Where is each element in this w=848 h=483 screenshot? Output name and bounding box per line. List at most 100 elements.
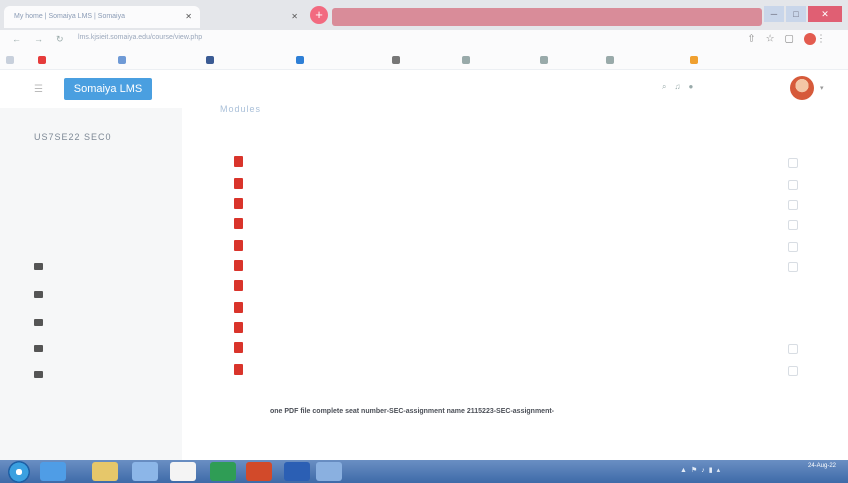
app-icon[interactable]	[316, 462, 342, 481]
bookmark-7[interactable]	[540, 56, 552, 64]
close-tab-icon[interactable]: ✕	[291, 12, 298, 21]
pdf-icon	[234, 178, 243, 189]
star-icon[interactable]: ☆	[766, 34, 785, 45]
activity-link[interactable]	[234, 364, 257, 378]
activity-link[interactable]	[234, 240, 257, 254]
header-icons: ⌕♫●	[662, 82, 701, 92]
system-tray: ▲⚑♪▮▴	[680, 466, 724, 474]
completion-checkbox[interactable]	[788, 262, 798, 272]
forward-icon[interactable]: →	[34, 34, 43, 44]
battery-icon[interactable]: ▮	[709, 467, 717, 474]
menu-icon[interactable]: ⋮	[816, 34, 836, 45]
pdf-icon	[234, 302, 243, 313]
bookmark-9[interactable]	[690, 56, 702, 64]
clock-date: 24-Aug-22	[807, 463, 837, 469]
folder-icon	[34, 291, 43, 299]
ie-icon[interactable]	[40, 462, 66, 481]
messages-icon[interactable]: ●	[688, 82, 701, 91]
bookmark-5[interactable]	[392, 56, 404, 64]
user-avatar[interactable]	[790, 76, 814, 100]
sidebar-folder-item[interactable]	[34, 262, 53, 271]
browser-tab-active[interactable]: My home | Somaiya LMS | Somaiya ✕	[4, 6, 200, 28]
section-title: Modules	[220, 104, 262, 114]
sidebar-folder-item[interactable]	[34, 290, 53, 299]
excel-icon[interactable]	[210, 462, 236, 481]
bookmark-2[interactable]	[118, 56, 130, 64]
system-clock[interactable]: 24-Aug-22	[800, 462, 844, 471]
folder-icon	[34, 263, 43, 271]
sidebar-folder-item[interactable]	[34, 318, 53, 327]
close-window-icon[interactable]: ✕	[808, 6, 842, 22]
lms-header: ☰ Somaiya LMS ⌕♫● ▾	[0, 70, 848, 108]
sidebar-toggle-icon[interactable]: ☰	[34, 84, 43, 95]
chevron-down-icon[interactable]: ▾	[820, 84, 824, 92]
browser-tab-bar: My home | Somaiya LMS | Somaiya ✕ ✕ + ─ …	[0, 0, 848, 30]
tab-icon[interactable]: ▢	[785, 34, 804, 45]
pdf-icon	[234, 218, 243, 229]
sidebar-folder-item[interactable]	[34, 344, 53, 353]
pdf-icon	[234, 260, 243, 271]
profile-icon[interactable]	[804, 33, 816, 45]
activity-link[interactable]	[234, 178, 257, 192]
close-tab-icon[interactable]: ✕	[185, 12, 192, 21]
bookmark-4[interactable]	[296, 56, 308, 64]
volume-icon[interactable]: ♪	[701, 467, 709, 474]
network-icon[interactable]: ▲	[680, 467, 691, 474]
flag-icon[interactable]: ⚑	[691, 467, 701, 474]
activity-link[interactable]	[234, 260, 257, 274]
minimize-icon[interactable]: ─	[764, 6, 784, 22]
bookmark-6[interactable]	[462, 56, 474, 64]
start-button[interactable]	[8, 461, 30, 483]
activity-link[interactable]	[234, 280, 257, 294]
maximize-icon[interactable]: □	[786, 6, 806, 22]
media-icon[interactable]	[132, 462, 158, 481]
activity-link[interactable]	[234, 322, 257, 336]
os-taskbar: ▲⚑♪▮▴ 24-Aug-22	[0, 460, 848, 483]
url-field[interactable]: lms.kjsieit.somaiya.edu/course/view.php	[78, 34, 202, 41]
activity-link[interactable]	[234, 342, 257, 356]
notification-icon[interactable]: ♫	[674, 82, 688, 91]
site-brand[interactable]: Somaiya LMS	[64, 78, 152, 100]
chrome-icon[interactable]	[170, 462, 196, 481]
back-icon[interactable]: ←	[12, 34, 21, 44]
new-tab-button[interactable]: +	[310, 6, 328, 24]
sidebar-folder-item[interactable]	[34, 370, 53, 379]
pdf-icon	[234, 342, 243, 353]
share-icon[interactable]: ⇧	[747, 34, 765, 45]
search-icon[interactable]: ⌕	[662, 82, 674, 91]
completion-checkbox[interactable]	[788, 200, 798, 210]
pdf-icon	[234, 198, 243, 209]
browser-tab-2[interactable]: ✕	[210, 6, 306, 28]
sidebar-course-code[interactable]: US7SE22 SEC0	[34, 132, 112, 142]
bookmark-apps[interactable]	[6, 56, 18, 64]
completion-checkbox[interactable]	[788, 180, 798, 190]
file-explorer-icon[interactable]	[92, 462, 118, 481]
powerpoint-icon[interactable]	[246, 462, 272, 481]
bookmark-3[interactable]	[206, 56, 218, 64]
activity-link[interactable]	[234, 198, 257, 212]
signal-icon[interactable]: ▴	[717, 467, 725, 474]
tab-title: My home | Somaiya LMS | Somaiya	[14, 13, 126, 20]
bookmark-youtube[interactable]	[38, 56, 50, 64]
completion-checkbox[interactable]	[788, 158, 798, 168]
course-content: Modules one PDF file complete seat numbe…	[182, 104, 848, 460]
pdf-icon	[234, 364, 243, 375]
completion-checkbox[interactable]	[788, 220, 798, 230]
pdf-icon	[234, 280, 243, 291]
pdf-icon	[234, 156, 243, 167]
word-icon[interactable]	[284, 462, 310, 481]
reload-icon[interactable]: ↻	[56, 34, 64, 45]
address-bar: ← → ↻ lms.kjsieit.somaiya.edu/course/vie…	[0, 30, 848, 52]
sidebar: US7SE22 SEC0	[0, 108, 182, 460]
pdf-icon	[234, 240, 243, 251]
activity-link[interactable]	[234, 218, 257, 232]
assignment-instructions: one PDF file complete seat number-SEC-as…	[270, 408, 555, 415]
activity-link[interactable]	[234, 302, 257, 316]
browser-banner	[332, 8, 762, 26]
folder-icon	[34, 371, 43, 379]
completion-checkbox[interactable]	[788, 344, 798, 354]
bookmark-8[interactable]	[606, 56, 618, 64]
activity-link[interactable]	[234, 156, 257, 170]
completion-checkbox[interactable]	[788, 242, 798, 252]
completion-checkbox[interactable]	[788, 366, 798, 376]
